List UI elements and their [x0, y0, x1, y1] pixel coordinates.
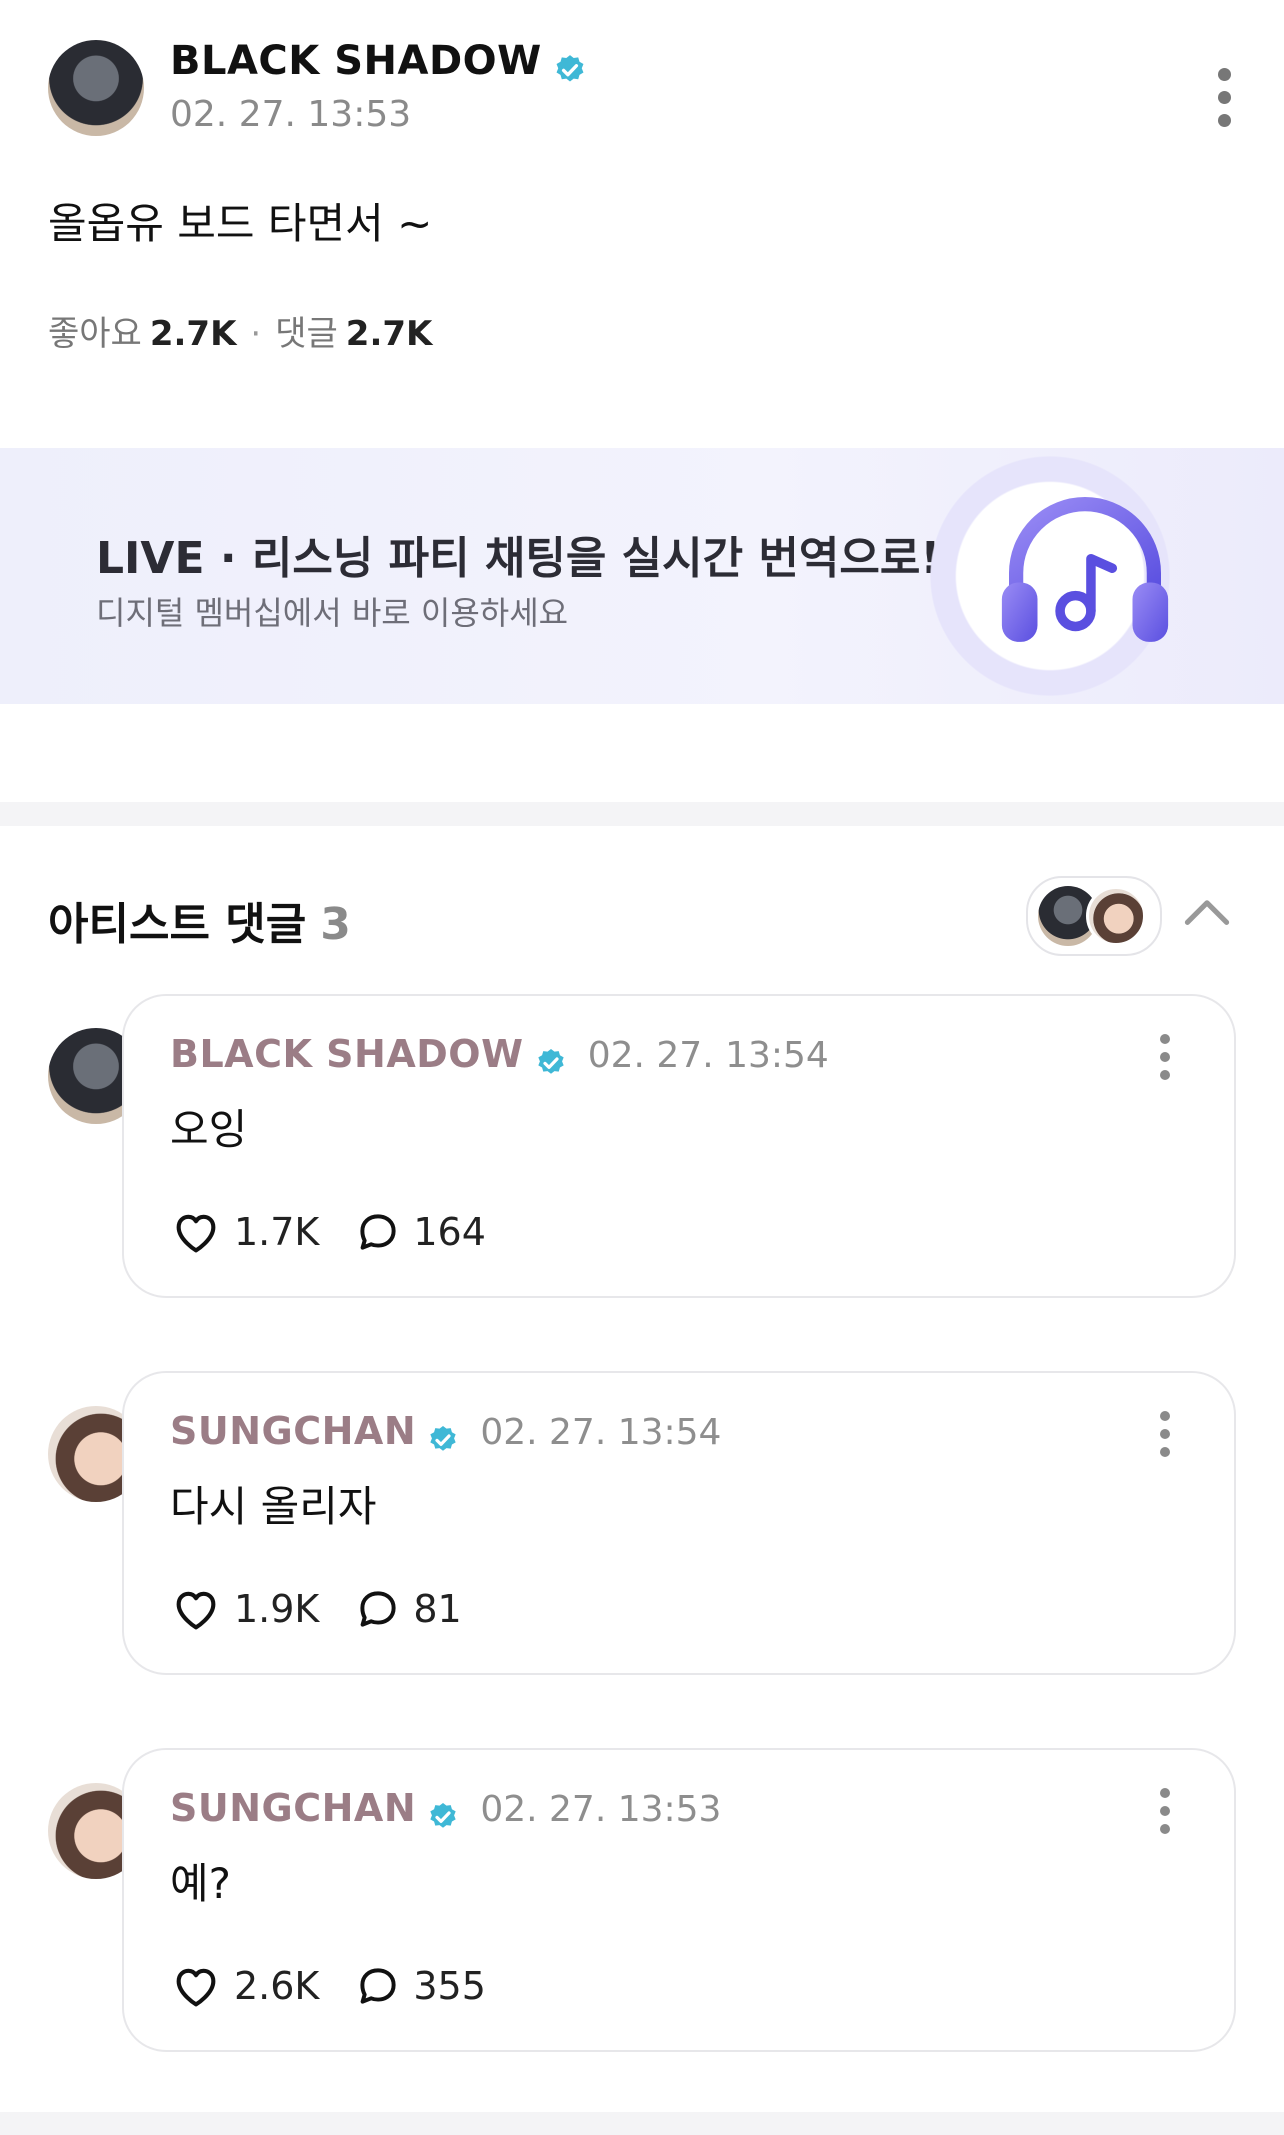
comment-like-count[interactable]: 1.7K: [234, 1210, 319, 1254]
verified-badge-icon: [430, 1802, 456, 1828]
artist-comments-title: 아티스트 댓글: [48, 899, 307, 950]
comment-body: 다시 올리자: [170, 1482, 377, 1531]
comment-author[interactable]: SUNGCHAN: [170, 1786, 416, 1830]
comment-reply-count[interactable]: 81: [413, 1587, 461, 1631]
heart-icon[interactable]: [170, 1960, 222, 2012]
comment-timestamp: 02. 27. 13:54: [480, 1412, 722, 1453]
banner-subtitle: 디지털 멤버십에서 바로 이용하세요: [96, 594, 569, 632]
verified-badge-icon: [556, 54, 584, 81]
post-more-options-icon[interactable]: [1217, 68, 1231, 137]
comment-actions: 1.9K 81: [170, 1583, 462, 1635]
post-body-text: 올옵유 보드 타면서 ~: [48, 199, 433, 248]
author-avatar[interactable]: [48, 40, 144, 136]
artist-comments-header: 아티스트 댓글 3: [48, 888, 351, 952]
verified-badge-icon: [430, 1425, 456, 1451]
comment-actions: 2.6K 355: [170, 1960, 486, 2012]
comment-header: BLACK SHADOW 02. 27. 13:54: [170, 1032, 829, 1079]
comment-actions: 1.7K 164: [170, 1206, 486, 1258]
comment-more-options-icon[interactable]: [1158, 1788, 1172, 1842]
verified-badge-icon: [537, 1048, 564, 1074]
comment-card: SUNGCHAN 02. 27. 13:53 예? 2.6K 355: [122, 1748, 1236, 2052]
comment-author[interactable]: SUNGCHAN: [170, 1409, 416, 1453]
heart-icon[interactable]: [170, 1583, 222, 1635]
comment-header: SUNGCHAN 02. 27. 13:53: [170, 1786, 721, 1833]
likes-label[interactable]: 좋아요: [48, 314, 142, 354]
post-author-row: BLACK SHADOW: [170, 38, 587, 88]
post-timestamp: 02. 27. 13:53: [170, 94, 412, 135]
likes-count[interactable]: 2.7K: [150, 314, 237, 354]
comment-more-options-icon[interactable]: [1158, 1411, 1172, 1465]
post-author-name[interactable]: BLACK SHADOW: [170, 38, 542, 84]
comment-timestamp: 02. 27. 13:54: [587, 1035, 829, 1076]
comment-reply-count[interactable]: 164: [413, 1210, 486, 1254]
comment-more-options-icon[interactable]: [1158, 1034, 1172, 1088]
comment-like-count[interactable]: 1.9K: [234, 1587, 319, 1631]
reply-bubble-icon[interactable]: [353, 1207, 403, 1257]
bottom-divider: [0, 2112, 1284, 2135]
chevron-up-icon[interactable]: [1184, 898, 1230, 926]
comment-timestamp: 02. 27. 13:53: [480, 1789, 722, 1830]
comment-header: SUNGCHAN 02. 27. 13:54: [170, 1409, 721, 1456]
comment-card: BLACK SHADOW 02. 27. 13:54 오잉 1.7K 164: [122, 994, 1236, 1298]
comment-card: SUNGCHAN 02. 27. 13:54 다시 올리자 1.9K 81: [122, 1371, 1236, 1675]
promo-banner[interactable]: LIVE · 리스닝 파티 채팅을 실시간 번역으로! 디지털 멤버십에서 바로…: [0, 448, 1284, 704]
reply-bubble-icon[interactable]: [353, 1961, 403, 2011]
stack-avatar-sungchan: [1086, 886, 1146, 946]
stats-separator: ·: [250, 314, 262, 354]
comment-like-count[interactable]: 2.6K: [234, 1964, 319, 2008]
section-divider: [0, 802, 1284, 826]
post-stats: 좋아요 2.7K · 댓글 2.7K: [48, 306, 432, 355]
comment-reply-count[interactable]: 355: [413, 1964, 486, 2008]
headphones-music-icon: [1001, 497, 1169, 642]
reply-bubble-icon[interactable]: [353, 1584, 403, 1634]
comments-label[interactable]: 댓글: [275, 314, 338, 354]
comments-count[interactable]: 2.7K: [346, 314, 433, 354]
comment-body: 예?: [170, 1859, 231, 1908]
heart-icon[interactable]: [170, 1206, 222, 1258]
comment-author[interactable]: BLACK SHADOW: [170, 1032, 524, 1076]
banner-title: LIVE · 리스닝 파티 채팅을 실시간 번역으로!: [96, 533, 941, 584]
artist-comments-count: 3: [320, 899, 351, 950]
comment-body: 오잉: [170, 1105, 248, 1154]
artist-avatar-stack[interactable]: [1026, 876, 1162, 956]
